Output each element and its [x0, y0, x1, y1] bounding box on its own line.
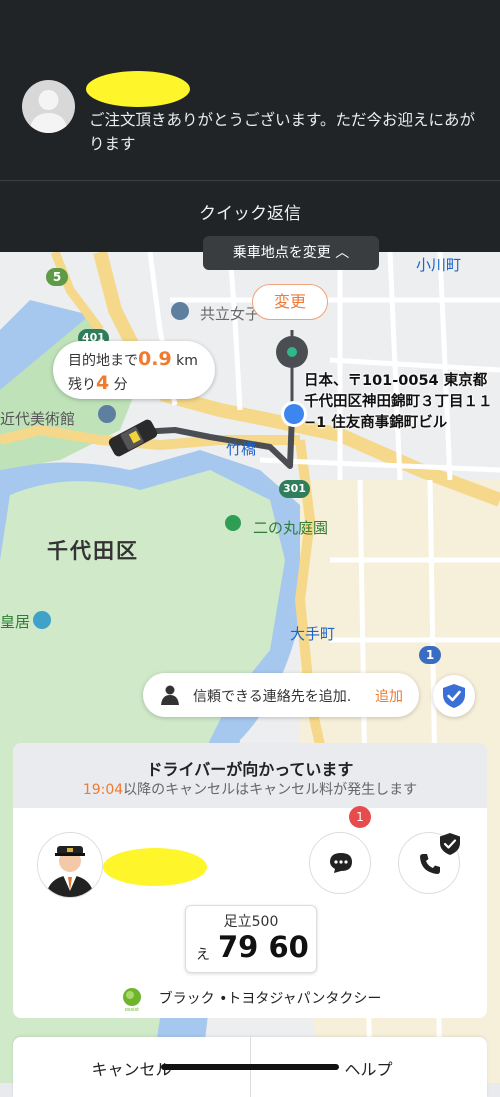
trusted-contact-text: 信頼できる連絡先を追加. — [193, 689, 352, 705]
message-driver-button[interactable] — [309, 832, 371, 894]
driver-name-redacted — [103, 848, 207, 886]
plate-number: 79 60 — [218, 930, 309, 964]
plate-kana: え — [196, 947, 210, 963]
eta-time-prefix: 残り — [68, 377, 96, 393]
sender-avatar — [22, 80, 75, 133]
change-pickup-popup[interactable]: 乗車地点を変更 ︿ — [203, 236, 379, 270]
eta-distance-value: 0.9 — [138, 348, 172, 370]
push-notification[interactable]: ご注文頂きありがとうございます。ただ今お迎えにあがります クイック返信 — [0, 0, 500, 252]
cancel-fee-text: 以降のキャンセルはキャンセル料が発生します — [123, 782, 418, 798]
map-label-kyoritsu: 共立女子 — [200, 305, 261, 323]
eta-distance-prefix: 目的地まで — [68, 353, 138, 369]
map-label-museum: 近代美術館 — [0, 410, 76, 428]
trip-status-header: ドライバーが向かっています 19:04以降のキャンセルはキャンセル料が発生します — [13, 743, 487, 809]
shield-check-icon — [440, 833, 460, 855]
route-badge: 301 — [279, 480, 310, 498]
unread-badge: 1 — [349, 806, 371, 828]
svg-text:ossist: ossist — [125, 1007, 139, 1012]
eta-time-value: 4 — [96, 372, 110, 394]
change-destination-button[interactable]: 変更 — [252, 284, 328, 320]
route-badge: 5 — [46, 268, 68, 286]
chat-icon — [330, 853, 352, 873]
eta-time-line: 残り4 分 — [68, 372, 128, 394]
notification-message: ご注文頂きありがとうございます。ただ今お迎えにあがります — [89, 111, 475, 153]
map-label-ogawamachi: 小川町 — [416, 256, 462, 274]
driver-illustration-icon — [38, 833, 102, 897]
car-info-text: ブラック •トヨタジャパンタクシー — [158, 991, 382, 1007]
plate-region: 足立500 — [223, 914, 279, 930]
trusted-contact-banner[interactable]: 信頼できる連絡先を追加. 追加 — [143, 673, 419, 717]
home-indicator[interactable] — [161, 1064, 339, 1070]
map-label-ninomaru: 二の丸庭園 — [253, 519, 329, 537]
eta-distance-unit: km — [171, 353, 198, 369]
eta-distance-line: 目的地まで0.9 km — [68, 348, 198, 370]
add-trusted-contact-link[interactable]: 追加 — [375, 686, 403, 706]
driver-card: 1 足立500 え 79 60 ossist ブラック •トヨタジャパンタクシー — [13, 806, 487, 1018]
route-badge: 1 — [419, 646, 441, 664]
destination-address: 日本、〒101-0054 東京都千代田区神田錦町３丁目１１−1 住友商事錦町ビル — [304, 373, 493, 431]
driver-avatar — [37, 832, 103, 898]
person-icon — [161, 685, 179, 705]
eta-bubble: 目的地まで0.9 km 残り4 分 — [53, 341, 215, 399]
map-label-otemachi: 大手町 — [290, 625, 336, 643]
map-label-chiyoda: 千代田区 — [47, 539, 139, 563]
cancel-fee-time: 19:04 — [82, 782, 124, 798]
sender-name-redacted — [86, 71, 190, 107]
eta-time-unit: 分 — [109, 377, 128, 393]
map-label-takebashi: 竹橋 — [226, 440, 257, 458]
trip-status-title: ドライバーが向かっています — [146, 760, 354, 779]
person-icon — [29, 90, 68, 133]
cancel-fee-notice: 19:04以降のキャンセルはキャンセル料が発生します — [13, 779, 487, 799]
map-label-kokyo: 皇居 — [0, 613, 31, 631]
car-info: ossist ブラック •トヨタジャパンタクシー — [13, 986, 487, 1012]
shield-check-icon — [443, 684, 465, 708]
safety-shield-button[interactable] — [433, 675, 475, 717]
company-logo-icon: ossist — [119, 988, 144, 1012]
license-plate: 足立500 え 79 60 — [185, 905, 317, 973]
